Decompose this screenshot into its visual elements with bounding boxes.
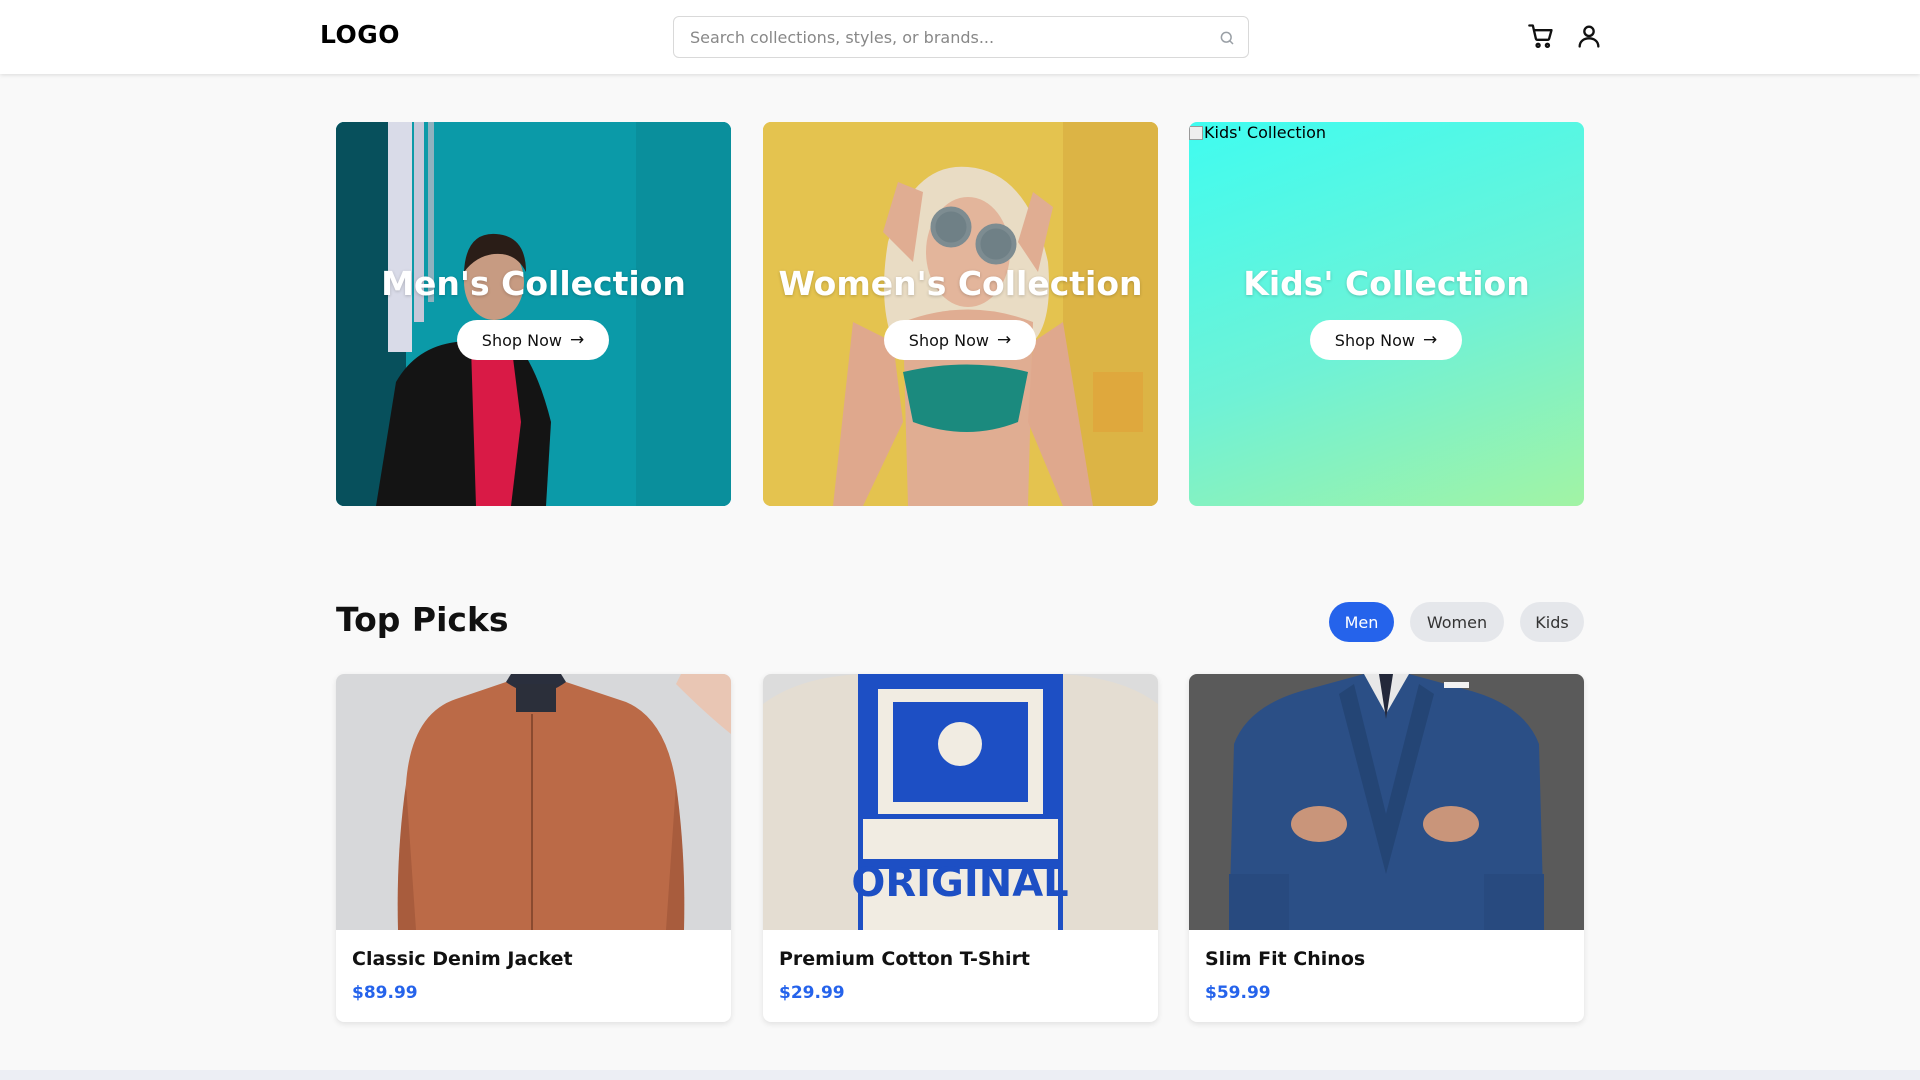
product-image [336,674,731,930]
collection-title: Women's Collection [778,264,1143,303]
arrow-right-icon: → [1422,330,1438,350]
tshirt-print-text: ORIGINAL [851,860,1068,906]
shop-now-button-men[interactable]: Shop Now → [457,320,609,360]
product-image: ORIGINAL [763,674,1158,930]
button-label: Shop Now [1334,330,1415,350]
user-icon[interactable] [1575,22,1603,50]
search-input[interactable] [690,17,1210,57]
cart-icon[interactable] [1527,22,1555,50]
broken-image-icon [1189,125,1203,140]
button-label: Shop Now [481,330,562,350]
mens-collection-card[interactable]: Men's Collection Shop Now → [336,122,731,506]
product-name[interactable]: Slim Fit Chinos [1205,948,1365,970]
shop-now-button-women[interactable]: Shop Now → [884,320,1036,360]
button-label: Shop Now [908,330,989,350]
product-name[interactable]: Premium Cotton T-Shirt [779,948,1030,970]
arrow-right-icon: → [569,330,585,350]
broken-image-placeholder: Kids' Collection [1189,123,1326,142]
search-bar[interactable] [673,16,1249,58]
womens-collection-card[interactable]: Women's Collection Shop Now → [763,122,1158,506]
shop-now-button-kids[interactable]: Shop Now → [1310,320,1462,360]
top-picks-heading: Top Picks [336,600,509,639]
product-price: $59.99 [1205,983,1271,1003]
image-alt-text: Kids' Collection [1204,123,1327,142]
collection-title: Kids' Collection [1243,264,1530,303]
product-name[interactable]: Classic Denim Jacket [352,948,573,970]
arrow-right-icon: → [996,330,1012,350]
site-header: LOGO [0,0,1920,74]
logo[interactable]: LOGO [320,20,400,49]
product-price: $29.99 [779,983,845,1003]
filter-women[interactable]: Women [1410,602,1504,642]
product-card[interactable]: Slim Fit Chinos $59.99 [1189,674,1584,1022]
kids-collection-card[interactable]: Kids' Collection Kids' Collection Shop N… [1189,122,1584,506]
footer-strip [0,1070,1920,1080]
filter-men[interactable]: Men [1329,602,1394,642]
filter-kids[interactable]: Kids [1520,602,1584,642]
search-icon[interactable] [1218,29,1236,47]
product-card[interactable]: Classic Denim Jacket $89.99 [336,674,731,1022]
womens-collection-image [763,122,1158,506]
product-card[interactable]: ORIGINAL Premium Cotton T-Shirt $29.99 [763,674,1158,1022]
product-image [1189,674,1584,930]
mens-collection-image [336,122,731,506]
collection-title: Men's Collection [381,264,686,303]
product-price: $89.99 [352,983,418,1003]
